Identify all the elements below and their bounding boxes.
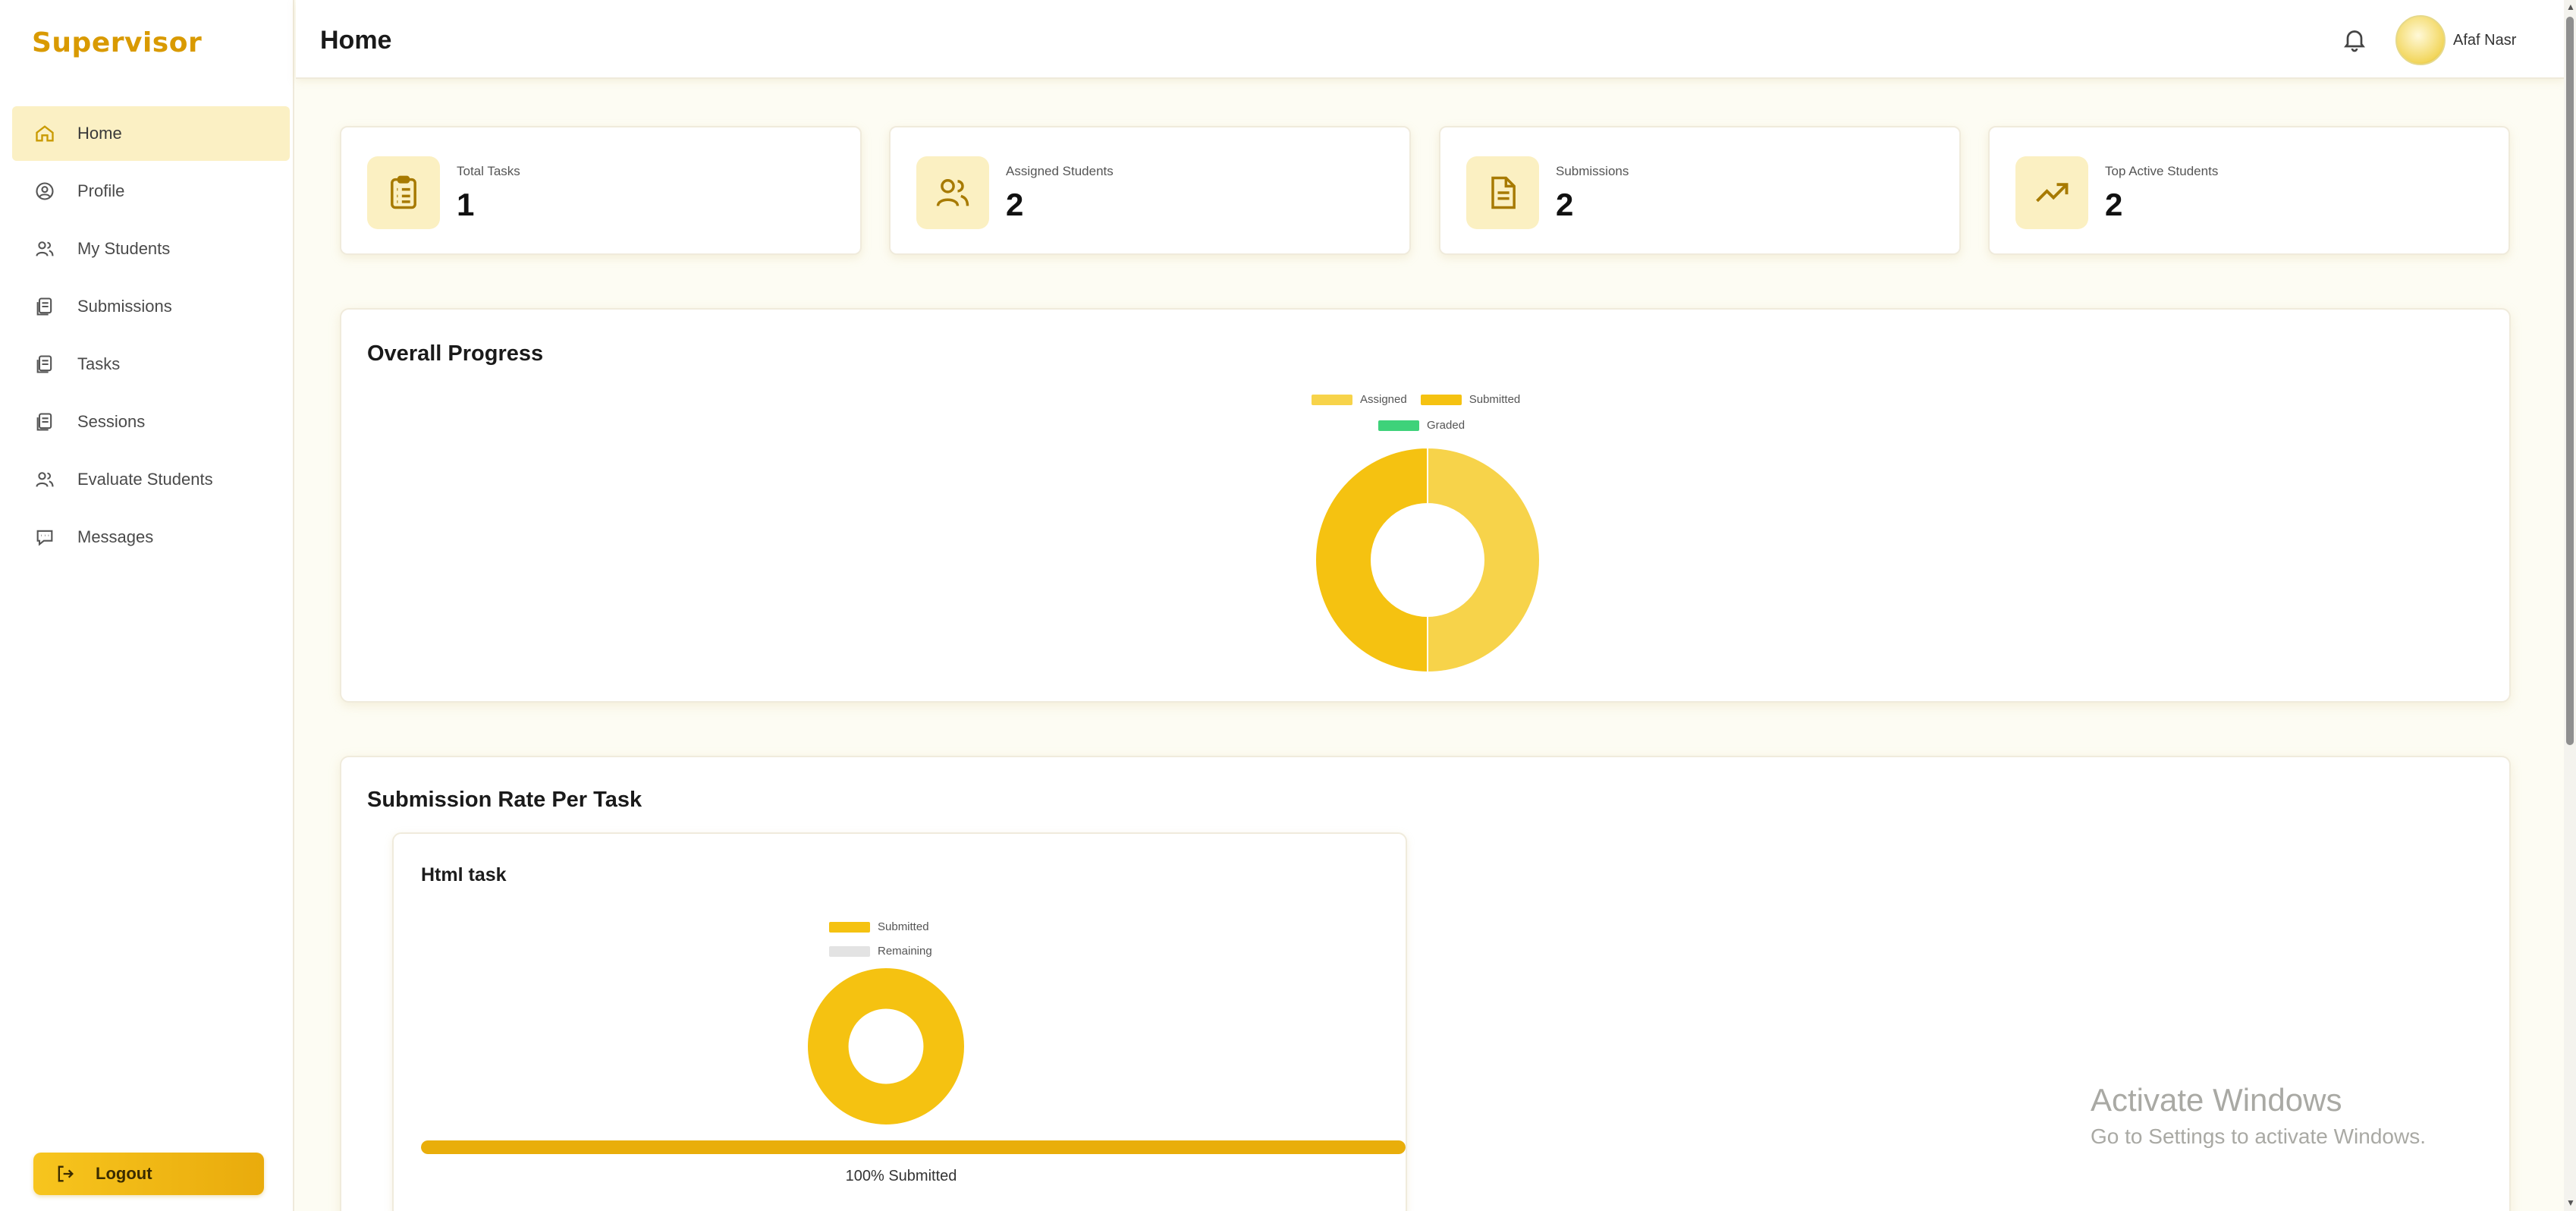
stat-label: Total Tasks bbox=[457, 164, 520, 178]
stat-value: 1 bbox=[457, 187, 475, 222]
sidebar-item-sessions[interactable]: Sessions bbox=[12, 395, 290, 449]
stat-value: 2 bbox=[2105, 187, 2123, 222]
chart-legend: Assigned Submitted bbox=[1312, 393, 1520, 406]
logout-button[interactable]: Logout bbox=[33, 1153, 264, 1195]
sidebar-item-label: Submissions bbox=[77, 297, 172, 316]
submission-progress-bar bbox=[421, 1140, 1406, 1154]
avatar[interactable] bbox=[2395, 15, 2446, 65]
chart-legend: Remaining bbox=[829, 945, 932, 958]
sidebar-item-label: My Students bbox=[77, 239, 171, 258]
sidebar: Supervisor Home Profile My Students Subm… bbox=[0, 0, 294, 1211]
sidebar-item-evaluate-students[interactable]: Evaluate Students bbox=[12, 452, 290, 507]
stat-value: 2 bbox=[1006, 187, 1024, 222]
stat-card-assigned-students: Assigned Students 2 bbox=[889, 126, 1411, 255]
overall-progress-panel: Overall Progress Assigned Submitted Grad… bbox=[340, 308, 2511, 703]
scrollbar-thumb[interactable] bbox=[2566, 17, 2574, 745]
scroll-down-arrow[interactable]: ▼ bbox=[2566, 1197, 2575, 1208]
logout-label: Logout bbox=[96, 1164, 152, 1183]
panel-title: Submission Rate Per Task bbox=[367, 788, 642, 812]
legend-label: Submitted bbox=[1469, 393, 1521, 406]
legend-label: Submitted bbox=[878, 920, 929, 933]
stat-card-submissions: Submissions 2 bbox=[1439, 126, 1961, 255]
stat-label: Top Active Students bbox=[2105, 164, 2219, 178]
home-icon bbox=[33, 122, 56, 145]
donut-slice-assigned bbox=[1427, 446, 1541, 674]
sidebar-item-profile[interactable]: Profile bbox=[12, 164, 290, 219]
task-title: Html task bbox=[421, 864, 507, 885]
progress-fill bbox=[421, 1140, 1406, 1154]
users-icon bbox=[33, 237, 56, 260]
stat-label: Assigned Students bbox=[1006, 164, 1114, 178]
scrollbar[interactable]: ▲ ▼ bbox=[2564, 0, 2576, 1211]
legend-swatch-remaining bbox=[829, 945, 870, 957]
task-donut-chart bbox=[807, 967, 965, 1125]
sidebar-item-label: Tasks bbox=[77, 354, 121, 373]
legend-label: Assigned bbox=[1360, 393, 1407, 406]
files-icon bbox=[33, 295, 56, 318]
sidebar-item-my-students[interactable]: My Students bbox=[12, 222, 290, 276]
legend-swatch-submitted bbox=[829, 921, 870, 933]
sidebar-item-label: Home bbox=[77, 124, 122, 143]
watermark-subtitle: Go to Settings to activate Windows. bbox=[2091, 1124, 2426, 1148]
sidebar-item-tasks[interactable]: Tasks bbox=[12, 337, 290, 392]
watermark-title: Activate Windows bbox=[2091, 1082, 2342, 1118]
clipboard-icon bbox=[367, 156, 440, 229]
legend-label: Graded bbox=[1427, 419, 1465, 432]
users-icon bbox=[33, 468, 56, 491]
panel-title: Overall Progress bbox=[367, 341, 544, 366]
progress-label: 100% Submitted bbox=[845, 1168, 957, 1184]
legend-label: Remaining bbox=[878, 945, 932, 958]
scroll-up-arrow[interactable]: ▲ bbox=[2566, 2, 2575, 12]
sidebar-nav: Home Profile My Students Submissions Tas… bbox=[12, 106, 290, 568]
chart-legend: Submitted bbox=[829, 920, 929, 933]
document-icon bbox=[1466, 156, 1539, 229]
trending-up-icon bbox=[2015, 156, 2088, 229]
profile-icon bbox=[33, 180, 56, 203]
legend-swatch-graded bbox=[1378, 420, 1419, 431]
bell-icon[interactable] bbox=[2341, 26, 2368, 53]
brand-logo: Supervisor bbox=[32, 27, 203, 58]
activate-windows-watermark: Activate Windows Go to Settings to activ… bbox=[2091, 1082, 2426, 1149]
sidebar-item-submissions[interactable]: Submissions bbox=[12, 279, 290, 334]
donut-slice-submitted bbox=[1315, 446, 1428, 674]
users-icon bbox=[916, 156, 989, 229]
sidebar-item-label: Messages bbox=[77, 527, 154, 546]
stat-card-total-tasks: Total Tasks 1 bbox=[340, 126, 862, 255]
task-card: Html task Submitted Remaining 100% Submi… bbox=[392, 832, 1407, 1211]
sidebar-item-label: Evaluate Students bbox=[77, 470, 213, 489]
logout-icon bbox=[58, 1165, 74, 1182]
files-icon bbox=[33, 353, 56, 376]
legend-swatch-assigned bbox=[1312, 394, 1352, 405]
messages-icon bbox=[33, 526, 56, 549]
sidebar-item-label: Profile bbox=[77, 181, 125, 200]
legend-swatch-submitted bbox=[1420, 394, 1462, 405]
top-header: Home Afaf Nasr bbox=[296, 0, 2564, 79]
sidebar-item-label: Sessions bbox=[77, 412, 146, 431]
donut-slice-submitted bbox=[807, 967, 965, 1125]
stat-label: Submissions bbox=[1556, 164, 1629, 178]
stat-value: 2 bbox=[1556, 187, 1574, 222]
page-title: Home bbox=[320, 26, 392, 55]
stat-card-top-active-students: Top Active Students 2 bbox=[1988, 126, 2510, 255]
sidebar-item-home[interactable]: Home bbox=[12, 106, 290, 161]
username: Afaf Nasr bbox=[2453, 32, 2517, 49]
overall-progress-donut-chart bbox=[1315, 446, 1541, 674]
files-icon bbox=[33, 410, 56, 433]
sidebar-item-messages[interactable]: Messages bbox=[12, 510, 290, 565]
chart-legend: Graded bbox=[1378, 419, 1465, 432]
